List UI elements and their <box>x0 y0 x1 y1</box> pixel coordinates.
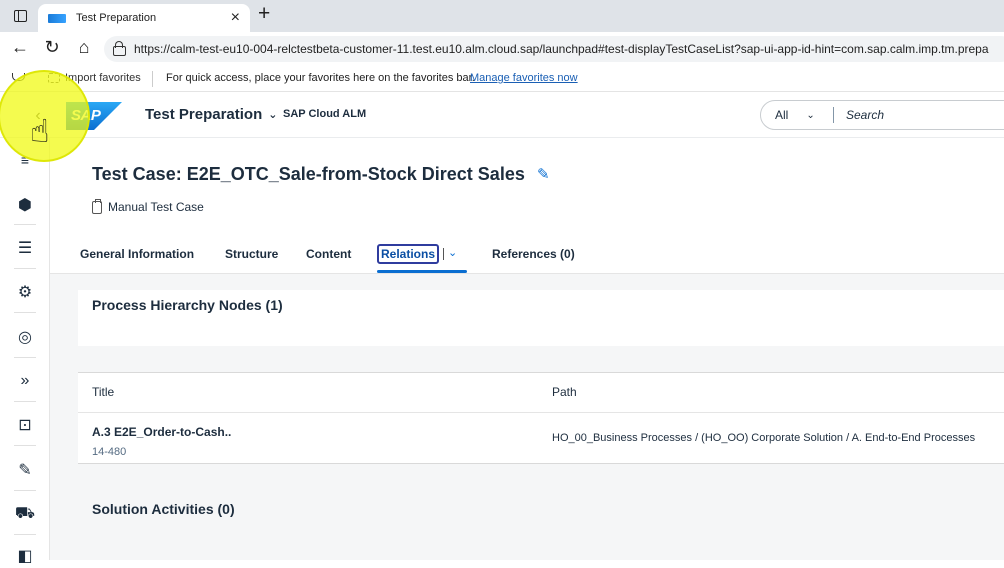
column-header-path[interactable]: Path <box>552 385 577 399</box>
clipboard-icon <box>92 198 102 214</box>
process-hierarchy-table <box>78 372 1004 464</box>
edit-document-icon[interactable]: ✎ <box>13 458 37 482</box>
reload-icon[interactable]: ↻ <box>40 37 64 58</box>
sap-favicon-icon <box>48 13 66 23</box>
browser-tab-title: Test Preparation <box>76 12 157 24</box>
search-scope-select[interactable]: All ⌄ <box>761 108 833 122</box>
nav-divider <box>14 534 36 535</box>
nav-divider <box>14 224 36 225</box>
document-icon[interactable]: ◧ <box>13 544 37 568</box>
truck-icon[interactable]: ⛟ <box>13 502 37 526</box>
fast-forward-icon[interactable]: » <box>13 369 37 393</box>
app-title-menu[interactable]: Test Preparation ⌄ <box>145 106 277 123</box>
tab-structure[interactable]: Structure <box>225 247 278 261</box>
new-tab-button[interactable]: + <box>258 2 270 26</box>
page-title: Test Case: E2E_OTC_Sale-from-Stock Direc… <box>92 164 525 184</box>
chevron-down-icon[interactable]: ⌄ <box>448 246 457 259</box>
tab-actions-icon[interactable] <box>8 6 32 26</box>
search-box[interactable]: All ⌄ Search <box>760 100 1004 130</box>
test-case-type: Manual Test Case <box>92 198 204 214</box>
checklist-icon[interactable]: ☰ <box>13 236 37 260</box>
target-icon[interactable]: ◎ <box>13 325 37 349</box>
test-case-type-label: Manual Test Case <box>108 200 204 214</box>
manage-favorites-link[interactable]: Manage favorites now <box>470 72 578 84</box>
nav-divider <box>14 445 36 446</box>
column-header-title[interactable]: Title <box>92 385 114 399</box>
tab-references[interactable]: References (0) <box>492 247 575 261</box>
import-favorites-label: Import favorites <box>65 72 141 84</box>
app-title: Test Preparation <box>145 106 263 123</box>
hand-cursor-icon: ☝ <box>30 113 50 149</box>
nav-divider <box>14 357 36 358</box>
product-name: SAP Cloud ALM <box>283 108 367 120</box>
search-input[interactable]: Search <box>834 108 884 122</box>
favorites-bar: Import favorites For quick access, place… <box>0 66 1004 92</box>
browser-tab-strip: Test Preparation × + <box>0 0 1004 32</box>
close-tab-icon[interactable]: × <box>231 9 240 27</box>
back-arrow-icon[interactable]: ← <box>8 37 32 58</box>
table-row-path: HO_00_Business Processes / (HO_OO) Corpo… <box>552 432 976 444</box>
package-icon[interactable]: ⬢ <box>13 193 37 217</box>
edit-pencil-icon[interactable]: ✎ <box>537 165 550 183</box>
chevron-down-icon: ⌄ <box>806 109 815 121</box>
url-field[interactable]: https://calm-test-eu10-004-relctestbeta-… <box>104 36 1004 62</box>
chevron-down-icon: ⌄ <box>268 109 278 121</box>
table-row-title[interactable]: A.3 E2E_Order-to-Cash.. <box>92 425 231 439</box>
favorites-hint: For quick access, place your favorites h… <box>166 72 475 84</box>
nav-divider <box>14 312 36 313</box>
tab-separator <box>443 248 444 260</box>
nav-divider <box>14 268 36 269</box>
selected-tab-indicator <box>377 270 467 273</box>
tab-content[interactable]: Content <box>306 247 351 261</box>
home-icon[interactable]: ⌂ <box>72 37 96 58</box>
nav-divider <box>14 401 36 402</box>
lock-icon[interactable] <box>113 41 126 56</box>
nav-divider <box>14 490 36 491</box>
favorites-divider <box>152 71 153 87</box>
badge-check-icon[interactable]: ⚙ <box>13 280 37 304</box>
search-scope-value: All <box>775 108 789 122</box>
section-heading-solution-activities: Solution Activities (0) <box>92 501 235 517</box>
deploy-icon[interactable]: ⊡ <box>13 413 37 437</box>
browser-tab[interactable]: Test Preparation × <box>38 4 250 32</box>
table-row-divider <box>78 412 1004 413</box>
section-heading-process-hierarchy: Process Hierarchy Nodes (1) <box>92 297 283 313</box>
table-row-id: 14-480 <box>92 446 127 458</box>
tab-relations[interactable]: Relations <box>377 244 440 264</box>
tab-general-information[interactable]: General Information <box>80 247 194 261</box>
